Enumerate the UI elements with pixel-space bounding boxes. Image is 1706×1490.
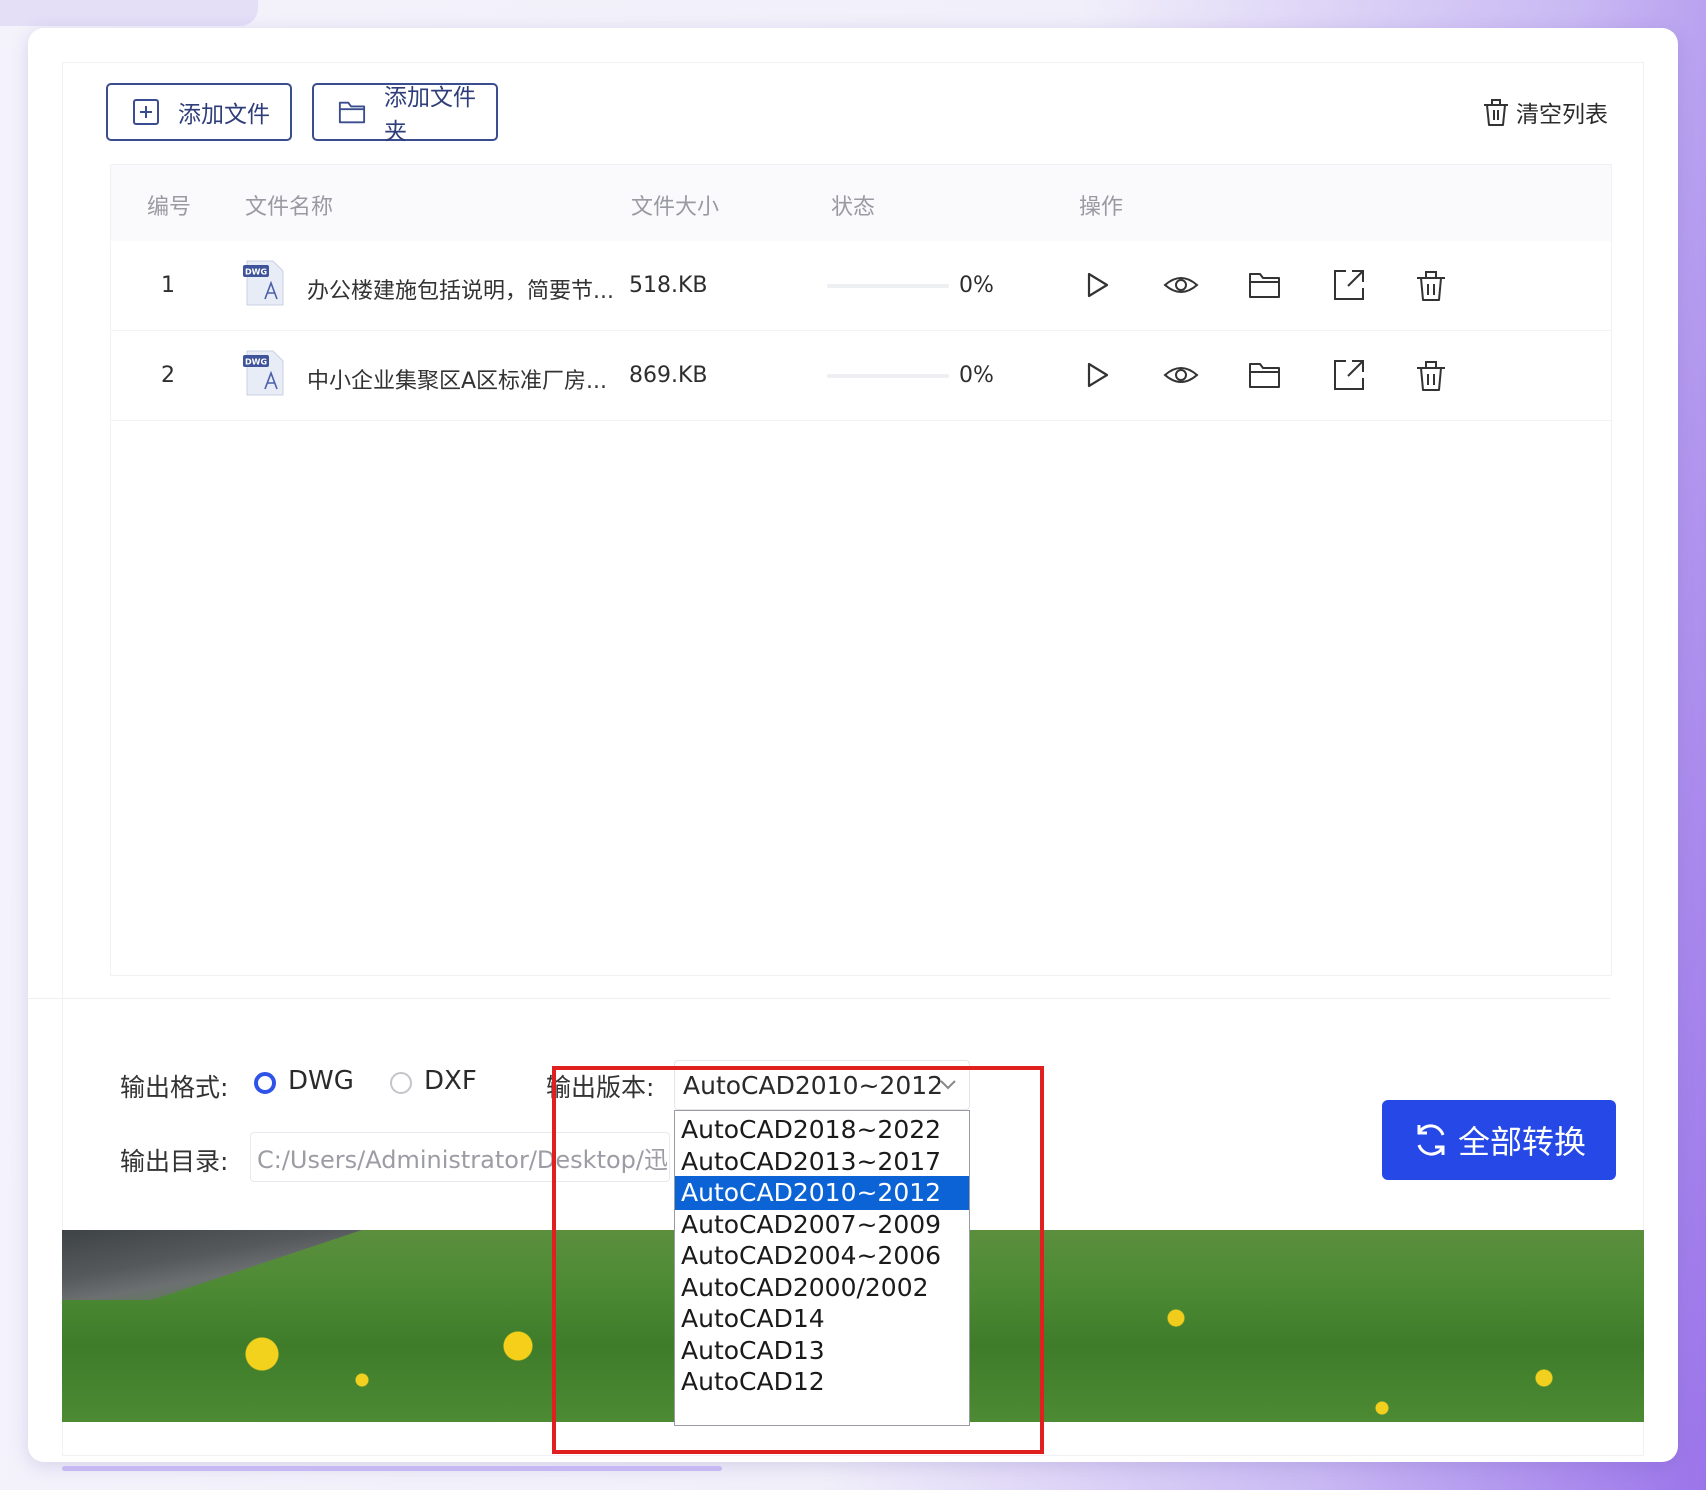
- file-size: 518.KB: [629, 273, 708, 298]
- progress-percent: 0%: [959, 363, 994, 388]
- col-number: 编号: [147, 195, 192, 220]
- radio-dwg-label[interactable]: DWG: [288, 1066, 354, 1096]
- converter-panel: 添加文件 添加文件夹 清空列表 编号 文件名称 文件大小 状态 操作 1 DWG…: [28, 28, 1678, 1462]
- open-folder-icon[interactable]: [1247, 267, 1283, 303]
- table-row[interactable]: 2 DWG 中小企业集聚区A区标准厂房... 869.KB 0%: [111, 331, 1611, 421]
- trash-icon: [1482, 97, 1510, 127]
- svg-text:DWG: DWG: [245, 268, 267, 277]
- fence-shape: [62, 1230, 362, 1300]
- add-folder-button[interactable]: 添加文件夹: [312, 83, 498, 145]
- progress-bar: [827, 284, 949, 288]
- scroll-indicator: [62, 1466, 722, 1471]
- open-folder-icon[interactable]: [1247, 357, 1283, 393]
- col-filename: 文件名称: [245, 195, 334, 220]
- table-row[interactable]: 1 DWG 办公楼建施包括说明，简要节... 518.KB 0%: [111, 241, 1611, 331]
- row-number: 1: [161, 273, 175, 298]
- file-name: 办公楼建施包括说明，简要节...: [307, 279, 614, 304]
- col-filesize: 文件大小: [631, 195, 720, 220]
- refresh-icon: [1412, 1121, 1450, 1159]
- progress-bar: [827, 374, 949, 378]
- table-header: 编号 文件名称 文件大小 状态 操作: [111, 165, 1611, 241]
- section-divider: [28, 998, 1610, 999]
- row-number: 2: [161, 363, 175, 388]
- file-size: 869.KB: [629, 363, 708, 388]
- clear-list-button[interactable]: 清空列表: [1482, 92, 1608, 132]
- add-folder-label: 添加文件夹: [384, 85, 476, 145]
- export-icon[interactable]: [1331, 267, 1367, 303]
- window-top-tab: [0, 0, 258, 26]
- radio-dxf-label[interactable]: DXF: [424, 1066, 477, 1096]
- delete-icon[interactable]: [1413, 357, 1449, 393]
- folder-icon: [338, 98, 366, 126]
- radio-dwg[interactable]: [254, 1072, 276, 1094]
- play-icon[interactable]: [1079, 357, 1115, 393]
- dwg-file-icon: DWG: [241, 259, 289, 307]
- preview-eye-icon[interactable]: [1163, 357, 1199, 393]
- output-dir-label: 输出目录:: [120, 1147, 229, 1176]
- convert-all-button[interactable]: 全部转换: [1382, 1100, 1616, 1180]
- convert-all-label: 全部转换: [1457, 1123, 1586, 1161]
- clear-list-label: 清空列表: [1516, 102, 1608, 128]
- preview-eye-icon[interactable]: [1163, 267, 1199, 303]
- col-status: 状态: [831, 195, 876, 220]
- red-highlight-box: [552, 1066, 1044, 1454]
- progress-percent: 0%: [959, 273, 994, 298]
- col-actions: 操作: [1079, 195, 1124, 220]
- add-file-button[interactable]: 添加文件: [106, 83, 292, 141]
- dwg-file-icon: DWG: [241, 349, 289, 397]
- delete-icon[interactable]: [1413, 267, 1449, 303]
- file-table: 编号 文件名称 文件大小 状态 操作 1 DWG 办公楼建施包括说明，简要节..…: [110, 164, 1612, 976]
- add-file-icon: [132, 98, 160, 126]
- play-icon[interactable]: [1079, 267, 1115, 303]
- export-icon[interactable]: [1331, 357, 1367, 393]
- add-file-label: 添加文件: [178, 102, 270, 128]
- svg-text:DWG: DWG: [245, 358, 267, 367]
- radio-dxf[interactable]: [390, 1072, 412, 1094]
- output-format-label: 输出格式:: [120, 1073, 229, 1102]
- file-name: 中小企业集聚区A区标准厂房...: [307, 369, 608, 394]
